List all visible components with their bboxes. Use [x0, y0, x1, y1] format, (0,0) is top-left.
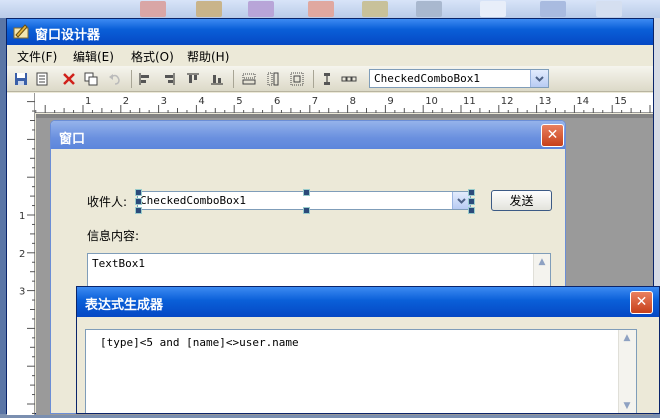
align-left-icon[interactable] — [137, 71, 153, 87]
align-bottom-icon[interactable] — [209, 71, 225, 87]
background-app-toolbar — [0, 0, 660, 18]
same-height-icon[interactable] — [265, 71, 281, 87]
scrollbar[interactable]: ▲ ▼ — [618, 330, 636, 413]
ruler-label: 10 — [425, 96, 438, 107]
expression-input[interactable]: [type]<5 and [name]<>user.name ▲ ▼ — [85, 329, 637, 413]
designer-app-icon — [13, 24, 29, 39]
menu-format[interactable]: 格式(O) — [131, 48, 174, 65]
form-close-button[interactable]: ✕ — [541, 124, 564, 147]
form-title-bar[interactable]: 窗口 ✕ — [51, 121, 565, 149]
toolbar-separator — [233, 70, 234, 88]
resize-handle[interactable] — [303, 207, 310, 214]
chevron-down-icon[interactable] — [530, 70, 548, 87]
message-textbox-value: TextBox1 — [92, 257, 145, 270]
ruler-ticks: 1 2 3 — [19, 101, 35, 414]
app-icon[interactable] — [416, 1, 442, 17]
app-icon[interactable] — [480, 1, 506, 17]
scroll-down-icon[interactable]: ▼ — [621, 400, 633, 412]
resize-handle[interactable] — [303, 189, 310, 196]
properties-icon[interactable] — [35, 71, 51, 87]
toolbar-separator — [313, 70, 314, 88]
component-select-value: CheckedComboBox1 — [374, 72, 480, 85]
recipient-label: 收件人: — [87, 195, 128, 209]
vertical-spacing-icon[interactable] — [319, 71, 335, 87]
expression-builder-title-bar[interactable]: 表达式生成器 ✕ — [77, 287, 659, 317]
close-icon: ✕ — [546, 127, 559, 143]
expression-builder-close-button[interactable]: ✕ — [630, 291, 653, 314]
save-icon[interactable] — [13, 71, 29, 87]
delete-icon[interactable] — [61, 71, 77, 87]
resize-handle[interactable] — [468, 198, 475, 205]
app-icon[interactable] — [308, 1, 334, 17]
resize-handle[interactable] — [468, 207, 475, 214]
horizontal-spacing-icon[interactable] — [341, 71, 357, 87]
ruler-label: 7 — [312, 96, 318, 107]
ruler-label: 2 — [19, 249, 25, 260]
send-button[interactable]: 发送 — [491, 190, 552, 211]
resize-handle[interactable] — [135, 207, 142, 214]
ruler-label: 14 — [576, 96, 589, 107]
copy-icon[interactable] — [83, 71, 99, 87]
ruler-label: 15 — [614, 96, 627, 107]
ruler-label: 8 — [350, 96, 356, 107]
app-icon[interactable] — [362, 1, 388, 17]
expression-builder-dialog: 表达式生成器 ✕ [type]<5 and [name]<>user.name … — [76, 286, 660, 414]
ruler-label: 11 — [463, 96, 476, 107]
ruler-label: 12 — [501, 96, 514, 107]
designer-title: 窗口设计器 — [35, 28, 101, 43]
resize-handle[interactable] — [135, 198, 142, 205]
ruler-label: 16 — [652, 96, 653, 107]
menu-help[interactable]: 帮助(H) — [187, 48, 229, 65]
ruler-label: 3 — [161, 96, 167, 107]
resize-handle[interactable] — [135, 189, 142, 196]
menu-file[interactable]: 文件(F) — [17, 48, 57, 65]
align-right-icon[interactable] — [161, 71, 177, 87]
menu-bar: 文件(F) 编辑(E) 格式(O) 帮助(H) — [7, 45, 653, 66]
undo-icon[interactable] — [107, 71, 123, 87]
app-icon[interactable] — [196, 1, 222, 17]
component-select[interactable]: CheckedComboBox1 — [369, 69, 549, 88]
app-icon[interactable] — [140, 1, 166, 17]
designer-title-bar[interactable]: 窗口设计器 — [7, 19, 653, 45]
ruler-label: 13 — [539, 96, 552, 107]
toolbar: CheckedComboBox1 — [7, 66, 653, 92]
app-icon[interactable] — [596, 1, 622, 17]
ruler-ticks: 12345678910111213141516 — [35, 96, 660, 113]
recipient-value: CheckedComboBox1 — [140, 194, 246, 207]
ruler-label: 5 — [236, 96, 242, 107]
ruler-label: 9 — [387, 96, 393, 107]
scroll-up-icon[interactable]: ▲ — [621, 332, 633, 344]
align-top-icon[interactable] — [185, 71, 201, 87]
ruler-label: 3 — [19, 287, 25, 298]
toolbar-separator — [131, 70, 132, 88]
resize-handle[interactable] — [468, 189, 475, 196]
ruler-horizontal: 12345678910111213141516 — [35, 93, 660, 113]
ruler-label: 2 — [123, 96, 129, 107]
scroll-up-icon[interactable]: ▲ — [536, 256, 548, 268]
ruler-label: 4 — [198, 96, 204, 107]
form-title: 窗口 — [59, 132, 86, 147]
close-icon: ✕ — [635, 294, 648, 310]
ruler-label: 1 — [85, 96, 91, 107]
message-label: 信息内容: — [87, 229, 140, 243]
app-icon[interactable] — [540, 1, 566, 17]
same-width-icon[interactable] — [241, 71, 257, 87]
menu-edit[interactable]: 编辑(E) — [73, 48, 114, 65]
app-icon[interactable] — [248, 1, 274, 17]
expression-builder-title: 表达式生成器 — [85, 298, 164, 313]
ruler-label: 6 — [274, 96, 280, 107]
same-size-icon[interactable] — [289, 71, 305, 87]
expression-text: [type]<5 and [name]<>user.name — [100, 336, 299, 349]
ruler-vertical: 1 2 3 — [7, 93, 35, 415]
ruler-label: 1 — [19, 211, 25, 222]
